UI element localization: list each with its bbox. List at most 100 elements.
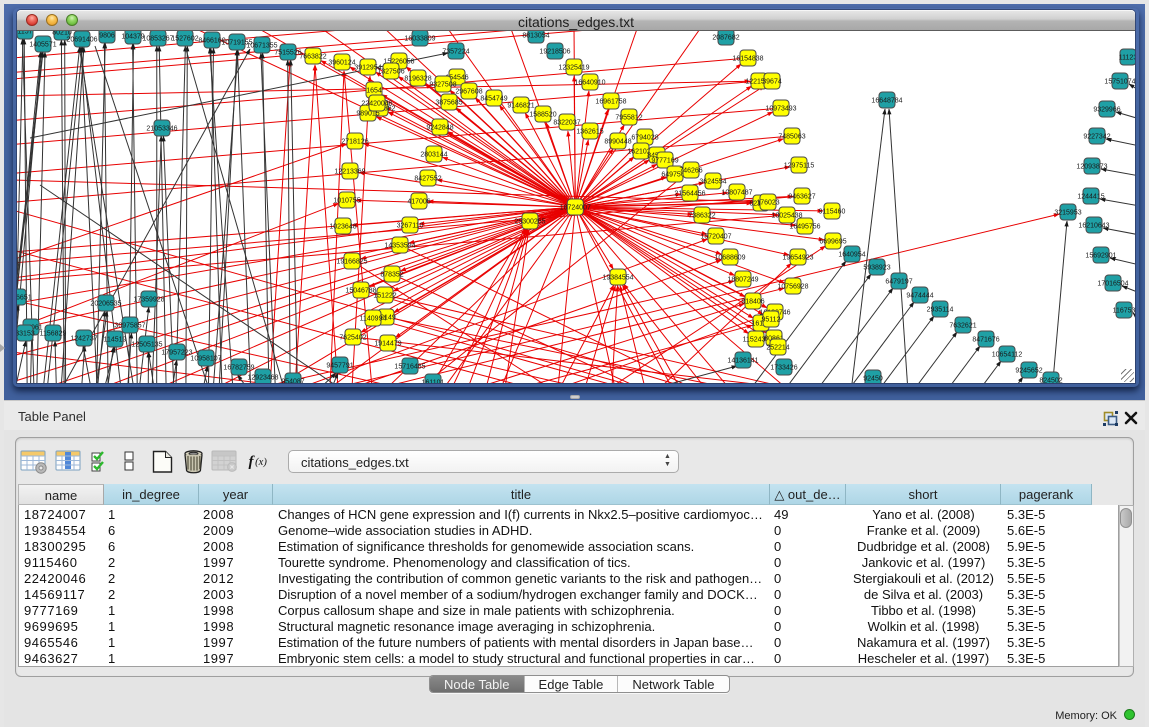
svg-text:824502: 824502 bbox=[1039, 378, 1062, 384]
svg-text:9463627: 9463627 bbox=[788, 194, 815, 201]
svg-text:12505135: 12505135 bbox=[131, 342, 162, 349]
svg-text:10807487: 10807487 bbox=[721, 190, 752, 197]
svg-text:989015: 989015 bbox=[356, 111, 379, 118]
svg-text:9329966: 9329966 bbox=[1093, 107, 1120, 114]
svg-text:954087: 954087 bbox=[281, 379, 304, 384]
svg-text:7632621: 7632621 bbox=[949, 323, 976, 330]
svg-text:8454749: 8454749 bbox=[480, 96, 507, 103]
svg-text:161101: 161101 bbox=[422, 380, 445, 384]
svg-text:9115460: 9115460 bbox=[819, 209, 846, 216]
svg-text:6699695: 6699695 bbox=[819, 239, 846, 246]
svg-text:918406: 918406 bbox=[741, 299, 764, 306]
svg-text:9146821: 9146821 bbox=[507, 103, 534, 110]
svg-text:19166825: 19166825 bbox=[336, 259, 367, 266]
svg-text:1914479: 1914479 bbox=[374, 341, 401, 348]
svg-text:9245652: 9245652 bbox=[1015, 368, 1042, 375]
svg-text:3624554: 3624554 bbox=[699, 179, 726, 186]
svg-text:15720407: 15720407 bbox=[700, 234, 731, 241]
svg-text:8813054: 8813054 bbox=[522, 33, 549, 40]
svg-text:151222: 151222 bbox=[373, 293, 396, 300]
svg-text:(x): (x) bbox=[255, 457, 267, 468]
svg-text:1527602: 1527602 bbox=[171, 36, 198, 43]
svg-text:9806: 9806 bbox=[99, 33, 115, 40]
svg-text:22420046: 22420046 bbox=[361, 101, 392, 108]
svg-text:25300265: 25300265 bbox=[514, 219, 545, 226]
svg-text:16210643: 16210643 bbox=[1078, 223, 1109, 230]
svg-text:7515526: 7515526 bbox=[274, 50, 301, 57]
svg-text:16648784: 16648784 bbox=[871, 98, 902, 105]
svg-text:12975115: 12975115 bbox=[784, 163, 815, 170]
svg-text:16154838: 16154838 bbox=[732, 56, 763, 63]
svg-text:1588520: 1588520 bbox=[529, 112, 556, 119]
svg-text:2967608: 2967608 bbox=[455, 89, 482, 96]
svg-text:6479197: 6479197 bbox=[885, 279, 912, 286]
svg-text:12093873: 12093873 bbox=[1076, 164, 1107, 171]
svg-text:15046788: 15046788 bbox=[345, 288, 376, 295]
svg-text:21053346: 21053346 bbox=[146, 126, 177, 133]
svg-text:2087682: 2087682 bbox=[712, 35, 739, 42]
svg-text:12923468: 12923468 bbox=[247, 375, 278, 382]
svg-text:19654923: 19654923 bbox=[782, 255, 813, 262]
svg-text:20691406: 20691406 bbox=[66, 37, 97, 44]
svg-text:14353594: 14353594 bbox=[384, 243, 415, 250]
svg-text:18724007: 18724007 bbox=[560, 205, 591, 212]
svg-text:9457791: 9457791 bbox=[326, 363, 353, 370]
svg-text:9474444: 9474444 bbox=[906, 293, 933, 300]
svg-text:6794028: 6794028 bbox=[631, 135, 658, 142]
svg-text:116753: 116753 bbox=[1113, 308, 1135, 315]
svg-text:1244415: 1244415 bbox=[1077, 194, 1104, 201]
svg-text:2803144: 2803144 bbox=[420, 152, 447, 159]
svg-text:19384554: 19384554 bbox=[602, 275, 633, 282]
svg-text:1157: 1157 bbox=[17, 31, 32, 36]
svg-text:746266: 746266 bbox=[679, 168, 702, 175]
svg-text:1405571: 1405571 bbox=[29, 42, 56, 49]
svg-text:21564456: 21564456 bbox=[674, 191, 705, 198]
svg-text:10756928: 10756928 bbox=[777, 284, 808, 291]
svg-text:20206535: 20206535 bbox=[90, 301, 121, 308]
svg-text:17359928: 17359928 bbox=[133, 297, 164, 304]
svg-text:7485063: 7485063 bbox=[778, 134, 805, 141]
svg-text:17957223: 17957223 bbox=[161, 350, 192, 357]
svg-text:12213369: 12213369 bbox=[334, 169, 365, 176]
svg-text:8322037: 8322037 bbox=[553, 120, 580, 127]
svg-text:3215953: 3215953 bbox=[1054, 210, 1081, 217]
svg-text:7386322: 7386322 bbox=[688, 213, 715, 220]
svg-text:878352: 878352 bbox=[380, 272, 403, 279]
svg-text:1156829: 1156829 bbox=[40, 331, 67, 338]
svg-text:10688609: 10688609 bbox=[714, 255, 745, 262]
svg-text:1654: 1654 bbox=[366, 88, 382, 95]
svg-text:1362615: 1362615 bbox=[576, 129, 603, 136]
svg-text:9777169: 9777169 bbox=[651, 158, 678, 165]
svg-text:1140994: 1140994 bbox=[360, 316, 387, 323]
svg-text:3875685: 3875685 bbox=[435, 100, 462, 107]
svg-text:252214: 252214 bbox=[766, 345, 789, 352]
svg-text:3960124: 3960124 bbox=[328, 60, 355, 67]
svg-text:16495756: 16495756 bbox=[789, 224, 820, 231]
svg-text:10958107: 10958107 bbox=[190, 356, 221, 363]
svg-text:95112: 95112 bbox=[762, 317, 781, 324]
svg-text:114519: 114519 bbox=[104, 337, 127, 344]
svg-text:1010755: 1010755 bbox=[333, 198, 360, 205]
svg-text:1733426: 1733426 bbox=[770, 365, 797, 372]
svg-text:39674: 39674 bbox=[762, 79, 782, 86]
svg-text:17016504: 17016504 bbox=[1097, 281, 1128, 288]
svg-text:18807249: 18807249 bbox=[727, 277, 758, 284]
svg-text:8196328: 8196328 bbox=[404, 76, 431, 83]
svg-text:2935114: 2935114 bbox=[927, 307, 954, 314]
svg-text:1023648: 1023648 bbox=[329, 224, 356, 231]
svg-text:5938923: 5938923 bbox=[863, 265, 890, 272]
svg-text:10973493: 10973493 bbox=[765, 106, 796, 113]
svg-text:16961758: 16961758 bbox=[595, 99, 626, 106]
svg-text:10654112: 10654112 bbox=[992, 352, 1023, 359]
svg-text:19218506: 19218506 bbox=[539, 49, 570, 56]
svg-text:8990448: 8990448 bbox=[604, 139, 631, 146]
svg-text:104379: 104379 bbox=[121, 34, 144, 41]
svg-text:417006: 417006 bbox=[407, 199, 430, 206]
svg-text:16640910: 16640910 bbox=[574, 80, 605, 87]
svg-text:1640954: 1640954 bbox=[838, 252, 865, 259]
svg-text:7357224: 7357224 bbox=[442, 49, 469, 56]
svg-text:10853267: 10853267 bbox=[142, 36, 173, 43]
svg-text:11123: 11123 bbox=[1119, 55, 1135, 62]
svg-text:8427552: 8427552 bbox=[414, 176, 441, 183]
svg-text:9242848: 9242848 bbox=[426, 125, 453, 132]
